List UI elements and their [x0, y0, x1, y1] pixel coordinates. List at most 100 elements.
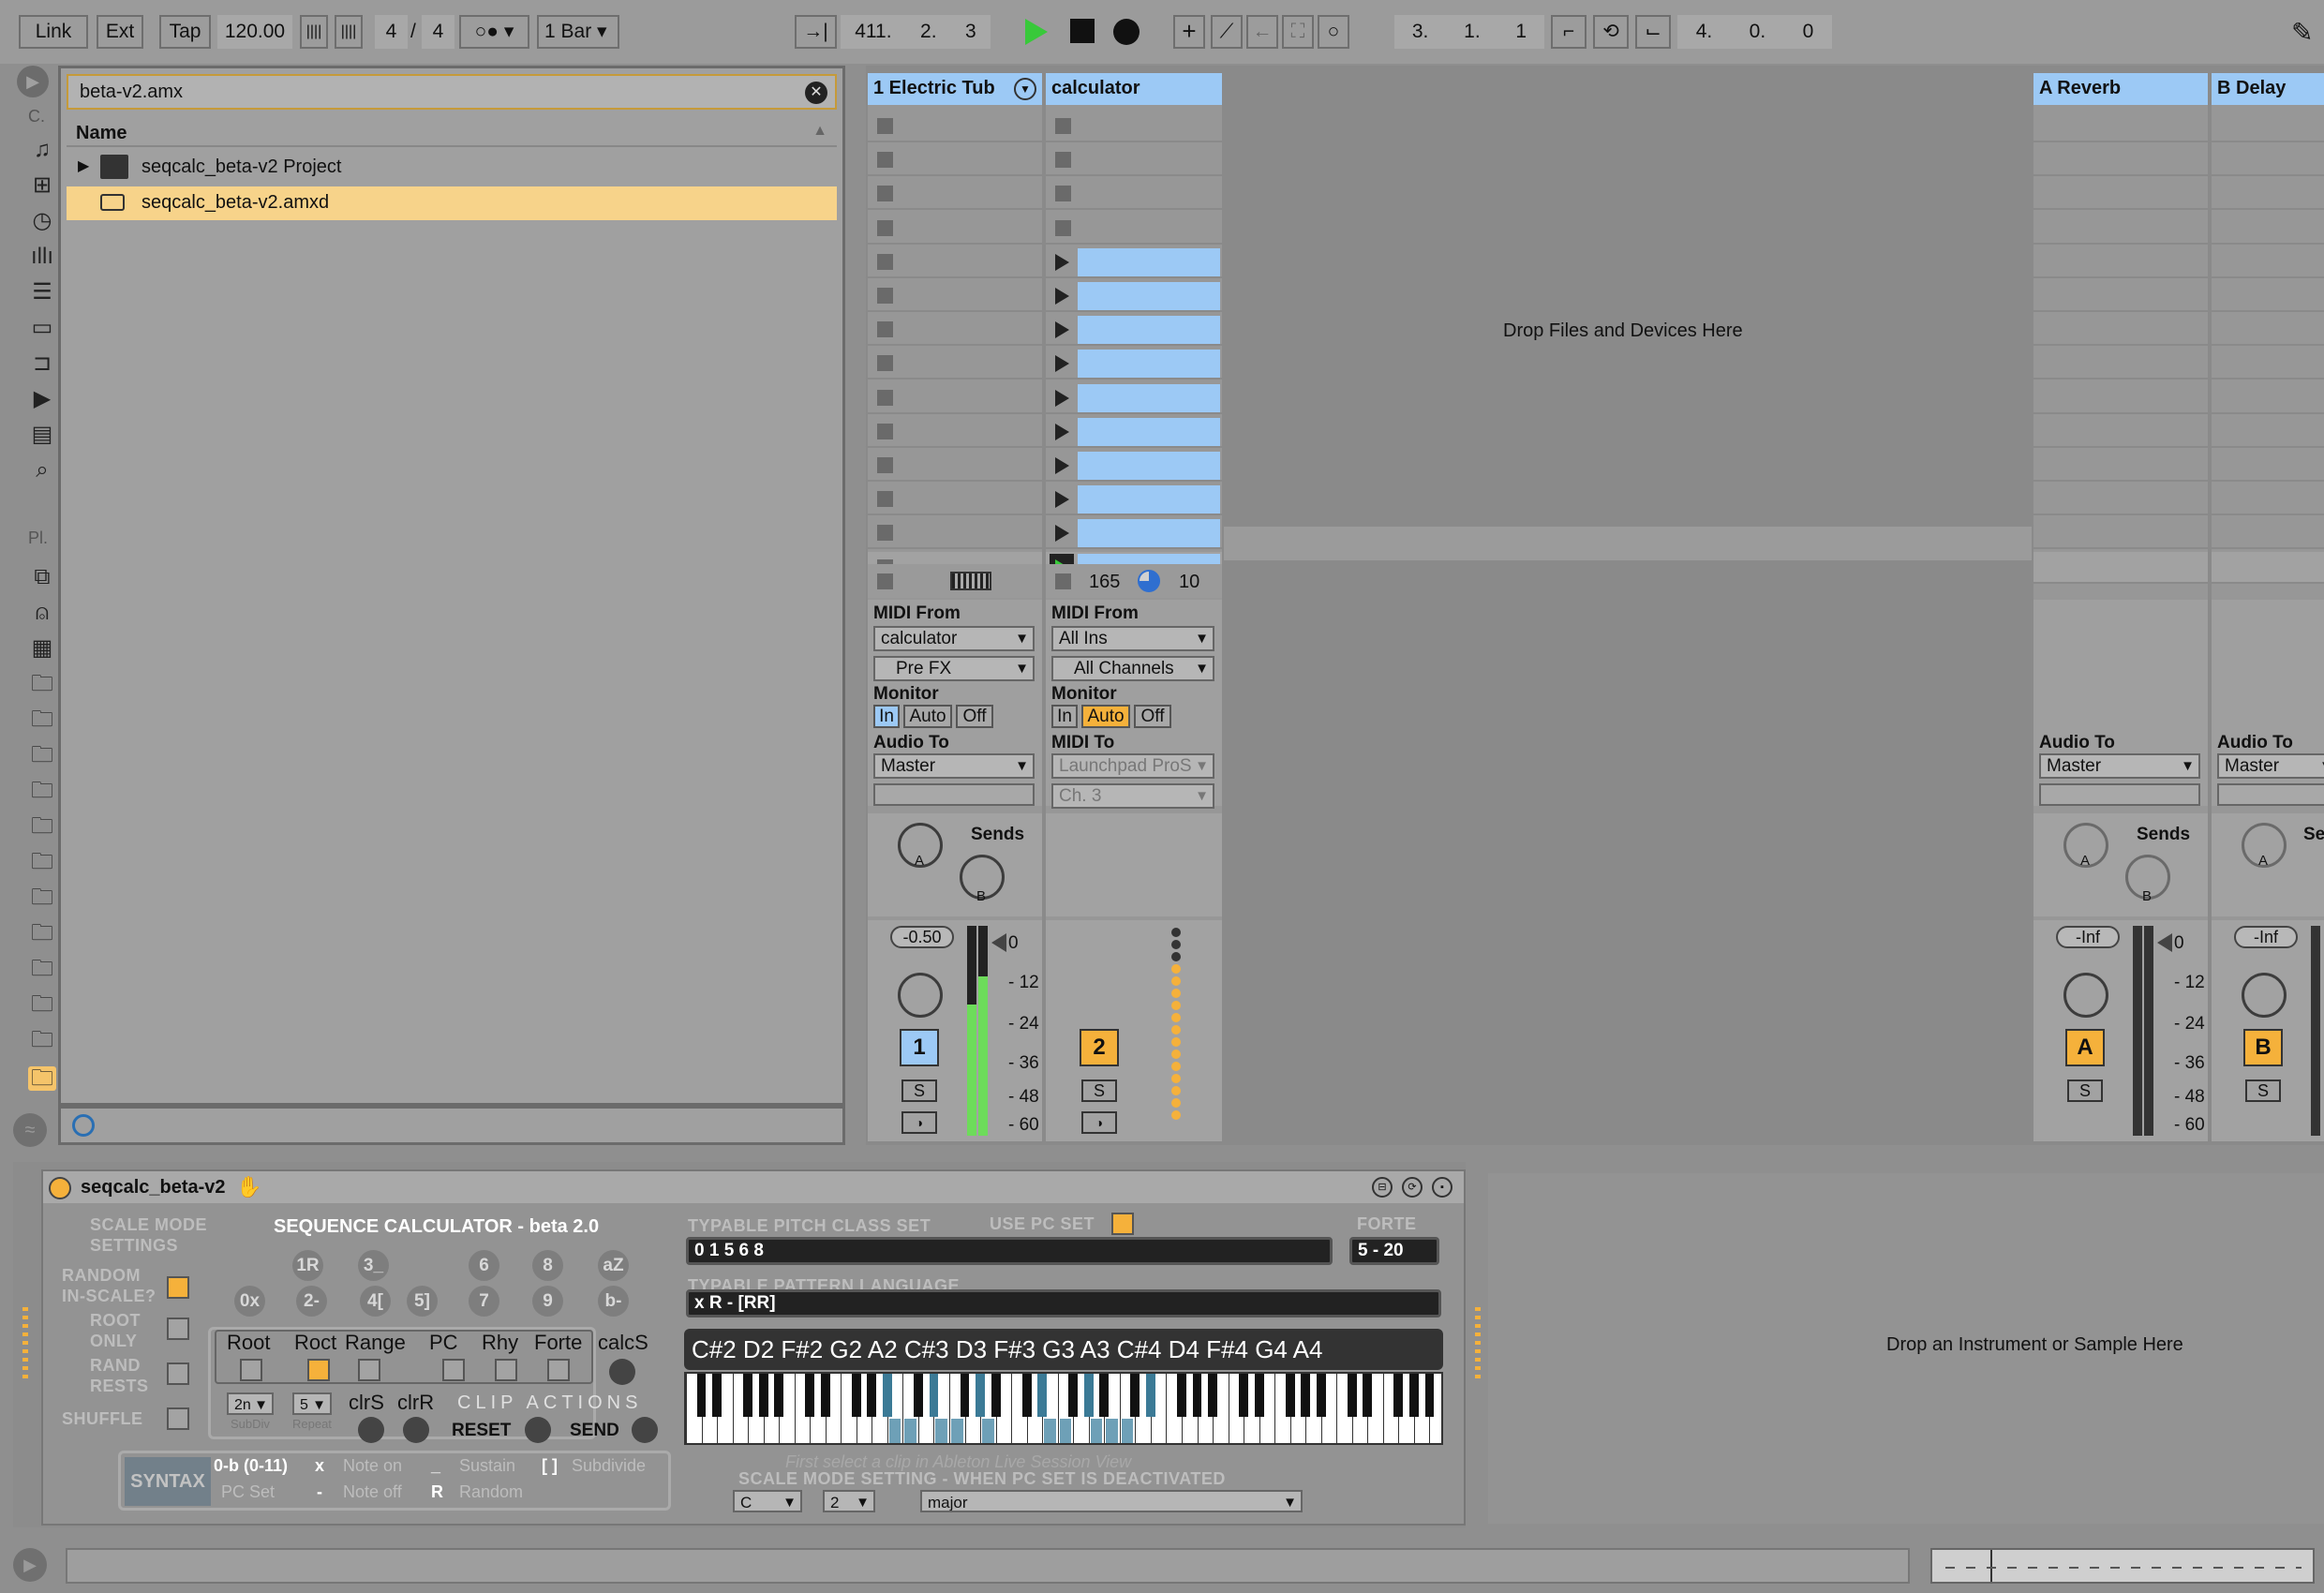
clip-slot[interactable]: [2034, 450, 2208, 482]
toggle-checkbox[interactable]: [547, 1359, 570, 1381]
volume-fader-arrow-icon[interactable]: [991, 933, 1006, 952]
monitor-in-button[interactable]: In: [873, 705, 900, 728]
clip[interactable]: [1078, 282, 1220, 310]
clip-slot[interactable]: [1046, 111, 1222, 142]
browser-column-header[interactable]: Name ▲: [67, 117, 837, 147]
track-activator-button[interactable]: A: [2065, 1029, 2105, 1066]
black-key[interactable]: [851, 1374, 861, 1417]
round-button[interactable]: 5]: [407, 1286, 438, 1317]
black-key[interactable]: [1130, 1374, 1140, 1417]
search-icon[interactable]: ⌕: [28, 458, 56, 483]
black-key[interactable]: [743, 1374, 753, 1417]
folder-icon[interactable]: 🗀: [28, 921, 56, 945]
stop-button-icon[interactable]: [877, 423, 893, 439]
max-for-live-icon[interactable]: ▭: [28, 316, 56, 340]
track-header[interactable]: B Delay: [2212, 73, 2324, 105]
subdiv-dropdown[interactable]: 2n: [227, 1392, 274, 1415]
audio-effects-icon[interactable]: ıllı: [28, 245, 56, 269]
clip-slot[interactable]: [2034, 212, 2208, 245]
black-key[interactable]: [696, 1374, 707, 1417]
round-button[interactable]: aZ: [598, 1250, 629, 1281]
clip-slot[interactable]: [2212, 450, 2324, 482]
track-header[interactable]: 1 Electric Tub ▼: [868, 73, 1042, 105]
clip-launch-icon[interactable]: [1055, 321, 1069, 339]
loop-start-field[interactable]: 3. 1. 1: [1394, 15, 1544, 49]
round-button[interactable]: b-: [598, 1286, 629, 1317]
clip-slot[interactable]: [2034, 280, 2208, 312]
black-key[interactable]: [960, 1374, 970, 1417]
send-button[interactable]: [632, 1417, 658, 1443]
track-header[interactable]: A Reverb: [2034, 73, 2208, 105]
black-key[interactable]: [882, 1374, 892, 1417]
arm-button[interactable]: ◑: [901, 1111, 937, 1134]
clear-rhythm-button[interactable]: [403, 1417, 429, 1443]
clip-slot[interactable]: [2034, 348, 2208, 380]
preview-icon[interactable]: [72, 1114, 95, 1137]
toggle-checkbox[interactable]: [358, 1359, 380, 1381]
monitor-off-button[interactable]: Off: [1134, 705, 1171, 728]
disclosure-triangle-icon[interactable]: ▶: [78, 156, 89, 175]
clip-slot[interactable]: [1046, 415, 1222, 448]
browser-search-input[interactable]: beta-v2.amx: [80, 82, 183, 103]
clip-slot[interactable]: [868, 314, 1042, 347]
metronome-icon[interactable]: ○● ▾: [459, 15, 529, 49]
clip-slot[interactable]: [1046, 246, 1222, 278]
save-preset-icon[interactable]: ▪: [1432, 1177, 1452, 1198]
clip-slot[interactable]: [2034, 314, 2208, 347]
black-key[interactable]: [1099, 1374, 1110, 1417]
repeat-dropdown[interactable]: 5: [292, 1392, 332, 1415]
root-only-checkbox[interactable]: [167, 1318, 189, 1340]
stop-icon[interactable]: [1070, 19, 1095, 43]
track-fold-icon[interactable]: ▼: [1014, 78, 1036, 100]
browser-item-selected[interactable]: seqcalc_beta-v2.amxd: [67, 186, 837, 220]
track-header[interactable]: calculator: [1046, 73, 1222, 105]
black-key[interactable]: [976, 1374, 986, 1417]
solo-button[interactable]: S: [2067, 1079, 2103, 1102]
unfold-icon[interactable]: ⊟: [1372, 1177, 1393, 1198]
round-button[interactable]: 0x: [234, 1286, 265, 1317]
stop-button-icon[interactable]: [877, 457, 893, 473]
midi-to-channel[interactable]: Ch. 3: [1051, 783, 1214, 809]
user-library-icon[interactable]: ⍝: [28, 601, 56, 625]
audio-to-channel[interactable]: [2039, 783, 2200, 806]
black-key[interactable]: [1393, 1374, 1404, 1417]
black-key[interactable]: [1285, 1374, 1295, 1417]
clip-slot[interactable]: [868, 415, 1042, 448]
midi-from-dropdown[interactable]: All Ins: [1051, 626, 1214, 651]
scale-name-dropdown[interactable]: major: [920, 1490, 1303, 1512]
ext-button[interactable]: Ext: [97, 15, 143, 49]
scale-octave-dropdown[interactable]: 2: [823, 1490, 875, 1512]
random-in-scale-checkbox[interactable]: [167, 1276, 189, 1299]
browser-item[interactable]: ▶ seqcalc_beta-v2 Project: [67, 151, 837, 185]
clip-slot[interactable]: [2212, 178, 2324, 211]
pattern-input[interactable]: x R - [RR]: [686, 1289, 1441, 1318]
black-key[interactable]: [774, 1374, 784, 1417]
browser-search-box[interactable]: beta-v2.amx ✕: [67, 74, 837, 110]
clip-slot[interactable]: [2034, 246, 2208, 278]
drums-icon[interactable]: ⊞: [28, 173, 56, 198]
use-pc-set-checkbox[interactable]: [1111, 1213, 1134, 1235]
drop-area[interactable]: Drop Files and Devices Here: [1224, 73, 2032, 560]
black-key[interactable]: [1239, 1374, 1249, 1417]
tap-button[interactable]: Tap: [159, 15, 211, 49]
tempo-field[interactable]: 120.00: [217, 15, 292, 49]
device-drag-handle[interactable]: [22, 1307, 28, 1382]
midi-tap-dropdown[interactable]: Pre FX: [873, 656, 1035, 681]
round-button[interactable]: 7: [469, 1286, 499, 1317]
black-key[interactable]: [1347, 1374, 1357, 1417]
clip[interactable]: [1078, 247, 1220, 276]
clip-slot[interactable]: [2212, 280, 2324, 312]
black-key[interactable]: [1208, 1374, 1217, 1417]
clip-slot[interactable]: [1046, 348, 1222, 380]
midi-to-dropdown[interactable]: Launchpad ProS: [1051, 753, 1214, 779]
black-key[interactable]: [1254, 1374, 1264, 1417]
black-key[interactable]: [820, 1374, 830, 1417]
clip-slot[interactable]: [1046, 280, 1222, 312]
clip-launch-icon[interactable]: [1055, 389, 1069, 407]
rand-rests-checkbox[interactable]: [167, 1362, 189, 1385]
clip-slot[interactable]: [2034, 178, 2208, 211]
pan-knob[interactable]: [898, 973, 943, 1018]
folder-icon-selected[interactable]: 🗀: [28, 1066, 56, 1091]
meter-numerator[interactable]: 4: [375, 15, 408, 49]
clip-slot[interactable]: [2212, 415, 2324, 448]
